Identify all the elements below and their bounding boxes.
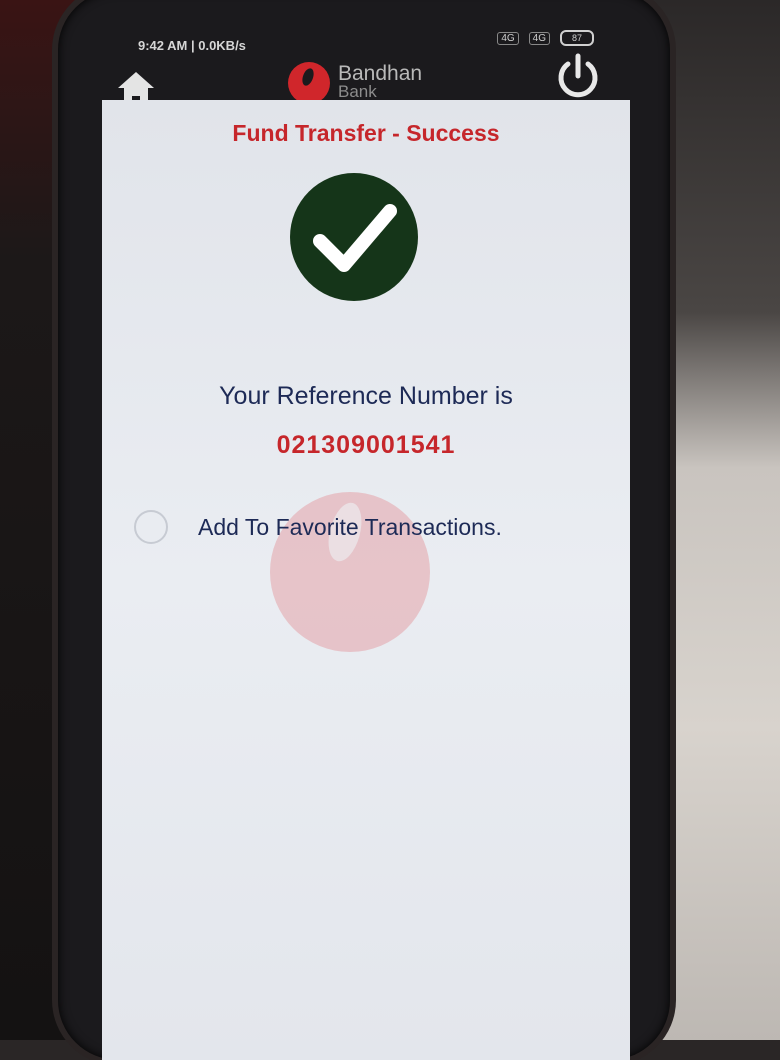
bank-logo: Bandhan Bank xyxy=(288,62,422,104)
success-screen: Fund Transfer - Success Your Reference N… xyxy=(102,100,630,1060)
bank-name: Bandhan xyxy=(338,62,423,85)
reference-number: 021309001541 xyxy=(276,431,456,459)
add-favorite-option[interactable]: Add To Favorite Transactions. xyxy=(134,510,502,544)
status-icons: 4G 4G 87 xyxy=(497,30,594,46)
bank-sub: Bank xyxy=(338,82,377,101)
favorite-radio-button[interactable] xyxy=(134,510,168,544)
power-icon xyxy=(558,53,598,98)
status-time: 9:42 AM | 0.0KB/s xyxy=(138,38,246,53)
success-check-icon xyxy=(290,173,418,301)
bank-logo-icon xyxy=(288,62,330,104)
sim2-signal-icon: 4G xyxy=(528,31,550,45)
logout-button[interactable] xyxy=(554,52,602,100)
bank-logo-text: Bandhan Bank xyxy=(338,62,423,101)
reference-label: Your Reference Number is xyxy=(219,382,513,410)
favorite-label: Add To Favorite Transactions. xyxy=(198,513,502,540)
page-title: Fund Transfer - Success xyxy=(232,120,500,146)
sim1-signal-icon: 4G xyxy=(497,31,519,45)
battery-icon: 87 xyxy=(560,30,594,46)
